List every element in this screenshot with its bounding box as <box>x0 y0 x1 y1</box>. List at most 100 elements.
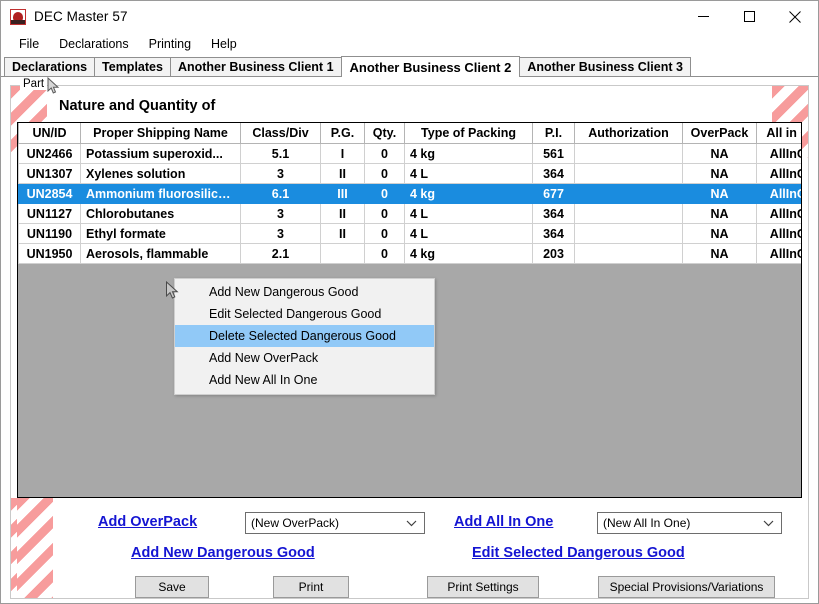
cell-overpack: NA <box>682 203 757 224</box>
cell-authorization <box>574 223 683 244</box>
print-settings-button[interactable]: Print Settings <box>427 576 539 598</box>
tab-declarations[interactable]: Declarations <box>4 57 96 76</box>
app-icon <box>10 8 26 25</box>
menu-item-printing[interactable]: Printing <box>139 34 201 54</box>
application-window: DEC Master 57 File Declarations Printing… <box>0 0 819 604</box>
tab-another-business-client-2[interactable]: Another Business Client 2 <box>340 56 521 77</box>
cell-qty: 0 <box>364 243 405 264</box>
column-header-all-in-one[interactable]: All in One <box>756 123 801 144</box>
menu-item-help[interactable]: Help <box>201 34 247 54</box>
column-header-authorization[interactable]: Authorization <box>574 123 683 144</box>
context-menu-item-add-new-overpack[interactable]: Add New OverPack <box>175 347 434 369</box>
table-row[interactable]: UN1190 Ethyl formate 3 II 0 4 L 364 NA A… <box>18 223 801 244</box>
special-provisions-variations-button[interactable]: Special Provisions/Variations <box>598 576 775 598</box>
cell-pi: 561 <box>532 143 575 164</box>
window-controls <box>680 1 818 32</box>
cell-type-of-packing: 4 L <box>404 223 533 244</box>
cell-un-id: UN1950 <box>18 243 81 264</box>
maximize-button[interactable] <box>726 1 772 32</box>
cell-qty: 0 <box>364 223 405 244</box>
context-menu-item-edit-selected-dangerous-good[interactable]: Edit Selected Dangerous Good <box>175 303 434 325</box>
context-menu-item-delete-selected-dangerous-good[interactable]: Delete Selected Dangerous Good <box>175 325 434 347</box>
chevron-down-icon <box>406 516 417 530</box>
cell-proper-shipping-name: Potassium superoxid... <box>80 143 241 164</box>
cell-all-in-one: AllInOne <box>756 183 801 204</box>
menu-bar: File Declarations Printing Help <box>1 32 818 56</box>
add-overpack-link[interactable]: Add OverPack <box>98 514 197 530</box>
table-row[interactable]: UN1307 Xylenes solution 3 II 0 4 L 364 N… <box>18 163 801 184</box>
column-header-class-div[interactable]: Class/Div <box>240 123 321 144</box>
cell-authorization <box>574 243 683 264</box>
cell-proper-shipping-name: Ammonium fluorosilicate <box>80 183 241 204</box>
cell-pg: II <box>320 163 365 184</box>
table-row[interactable]: UN1950 Aerosols, flammable 2.1 0 4 kg 20… <box>18 243 801 264</box>
cell-qty: 0 <box>364 203 405 224</box>
all-in-one-select[interactable]: (New All In One) <box>597 512 782 534</box>
cell-class-div: 2.1 <box>240 243 321 264</box>
arrow-cursor-icon <box>165 281 179 301</box>
cell-all-in-one: AllInOne <box>756 143 801 164</box>
cell-type-of-packing: 4 kg <box>404 143 533 164</box>
cell-type-of-packing: 4 L <box>404 163 533 184</box>
tab-strip: Declarations Templates Another Business … <box>1 56 818 77</box>
minimize-button[interactable] <box>680 1 726 32</box>
column-header-un-id[interactable]: UN/ID <box>18 123 81 144</box>
add-all-in-one-link[interactable]: Add All In One <box>454 514 553 530</box>
column-header-proper-shipping-name[interactable]: Proper Shipping Name <box>80 123 241 144</box>
cell-un-id: UN1307 <box>18 163 81 184</box>
cell-pg: I <box>320 143 365 164</box>
cell-un-id: UN2854 <box>18 183 81 204</box>
table-row[interactable]: UN1127 Chlorobutanes 3 II 0 4 L 364 NA A… <box>18 203 801 224</box>
part-group-label: Part <box>20 78 48 90</box>
cell-overpack: NA <box>682 183 757 204</box>
title-bar: DEC Master 57 <box>1 1 818 32</box>
cell-pi: 203 <box>532 243 575 264</box>
print-button[interactable]: Print <box>273 576 349 598</box>
cell-all-in-one: AllInOne <box>756 243 801 264</box>
cell-overpack: NA <box>682 163 757 184</box>
menu-item-declarations[interactable]: Declarations <box>49 34 138 54</box>
cell-un-id: UN2466 <box>18 143 81 164</box>
column-header-pi[interactable]: P.I. <box>532 123 575 144</box>
window-title: DEC Master 57 <box>34 9 128 24</box>
table-row[interactable]: UN2854 Ammonium fluorosilicate 6.1 III 0… <box>18 183 801 204</box>
cell-pi: 677 <box>532 183 575 204</box>
cell-overpack: NA <box>682 243 757 264</box>
cell-proper-shipping-name: Chlorobutanes <box>80 203 241 224</box>
part-group-box: Part Nature and Quantity of UN/ID Proper… <box>10 77 809 599</box>
cell-pg: II <box>320 223 365 244</box>
overpack-select-value: (New OverPack) <box>251 516 340 530</box>
tab-another-business-client-3[interactable]: Another Business Client 3 <box>519 57 691 76</box>
save-button[interactable]: Save <box>135 576 209 598</box>
cell-qty: 0 <box>364 163 405 184</box>
column-header-qty[interactable]: Qty. <box>364 123 405 144</box>
table-header-row: UN/ID Proper Shipping Name Class/Div P.G… <box>18 123 801 144</box>
cell-proper-shipping-name: Ethyl formate <box>80 223 241 244</box>
add-new-dangerous-good-link[interactable]: Add New Dangerous Good <box>131 545 315 561</box>
chevron-down-icon <box>763 516 774 530</box>
cell-type-of-packing: 4 kg <box>404 183 533 204</box>
cell-pi: 364 <box>532 223 575 244</box>
menu-item-file[interactable]: File <box>9 34 49 54</box>
tab-another-business-client-1[interactable]: Another Business Client 1 <box>169 57 342 76</box>
overpack-select[interactable]: (New OverPack) <box>245 512 425 534</box>
cell-all-in-one: AllInOne <box>756 163 801 184</box>
table-row[interactable]: UN2466 Potassium superoxid... 5.1 I 0 4 … <box>18 143 801 164</box>
dangerous-goods-table: UN/ID Proper Shipping Name Class/Div P.G… <box>18 123 801 264</box>
context-menu-item-add-new-dangerous-good[interactable]: Add New Dangerous Good <box>175 281 434 303</box>
cell-authorization <box>574 203 683 224</box>
cell-proper-shipping-name: Xylenes solution <box>80 163 241 184</box>
cell-pg: II <box>320 203 365 224</box>
cell-un-id: UN1190 <box>18 223 81 244</box>
column-header-overpack[interactable]: OverPack <box>682 123 757 144</box>
edit-selected-dangerous-good-link[interactable]: Edit Selected Dangerous Good <box>472 545 685 561</box>
cell-class-div: 6.1 <box>240 183 321 204</box>
column-header-type-of-packing[interactable]: Type of Packing <box>404 123 533 144</box>
cell-authorization <box>574 163 683 184</box>
context-menu-item-add-new-all-in-one[interactable]: Add New All In One <box>175 369 434 391</box>
cell-pg <box>320 243 365 264</box>
column-header-pg[interactable]: P.G. <box>320 123 365 144</box>
tab-templates[interactable]: Templates <box>94 57 171 76</box>
close-button[interactable] <box>772 1 818 32</box>
tab-content-panel: Part Nature and Quantity of UN/ID Proper… <box>1 77 818 603</box>
